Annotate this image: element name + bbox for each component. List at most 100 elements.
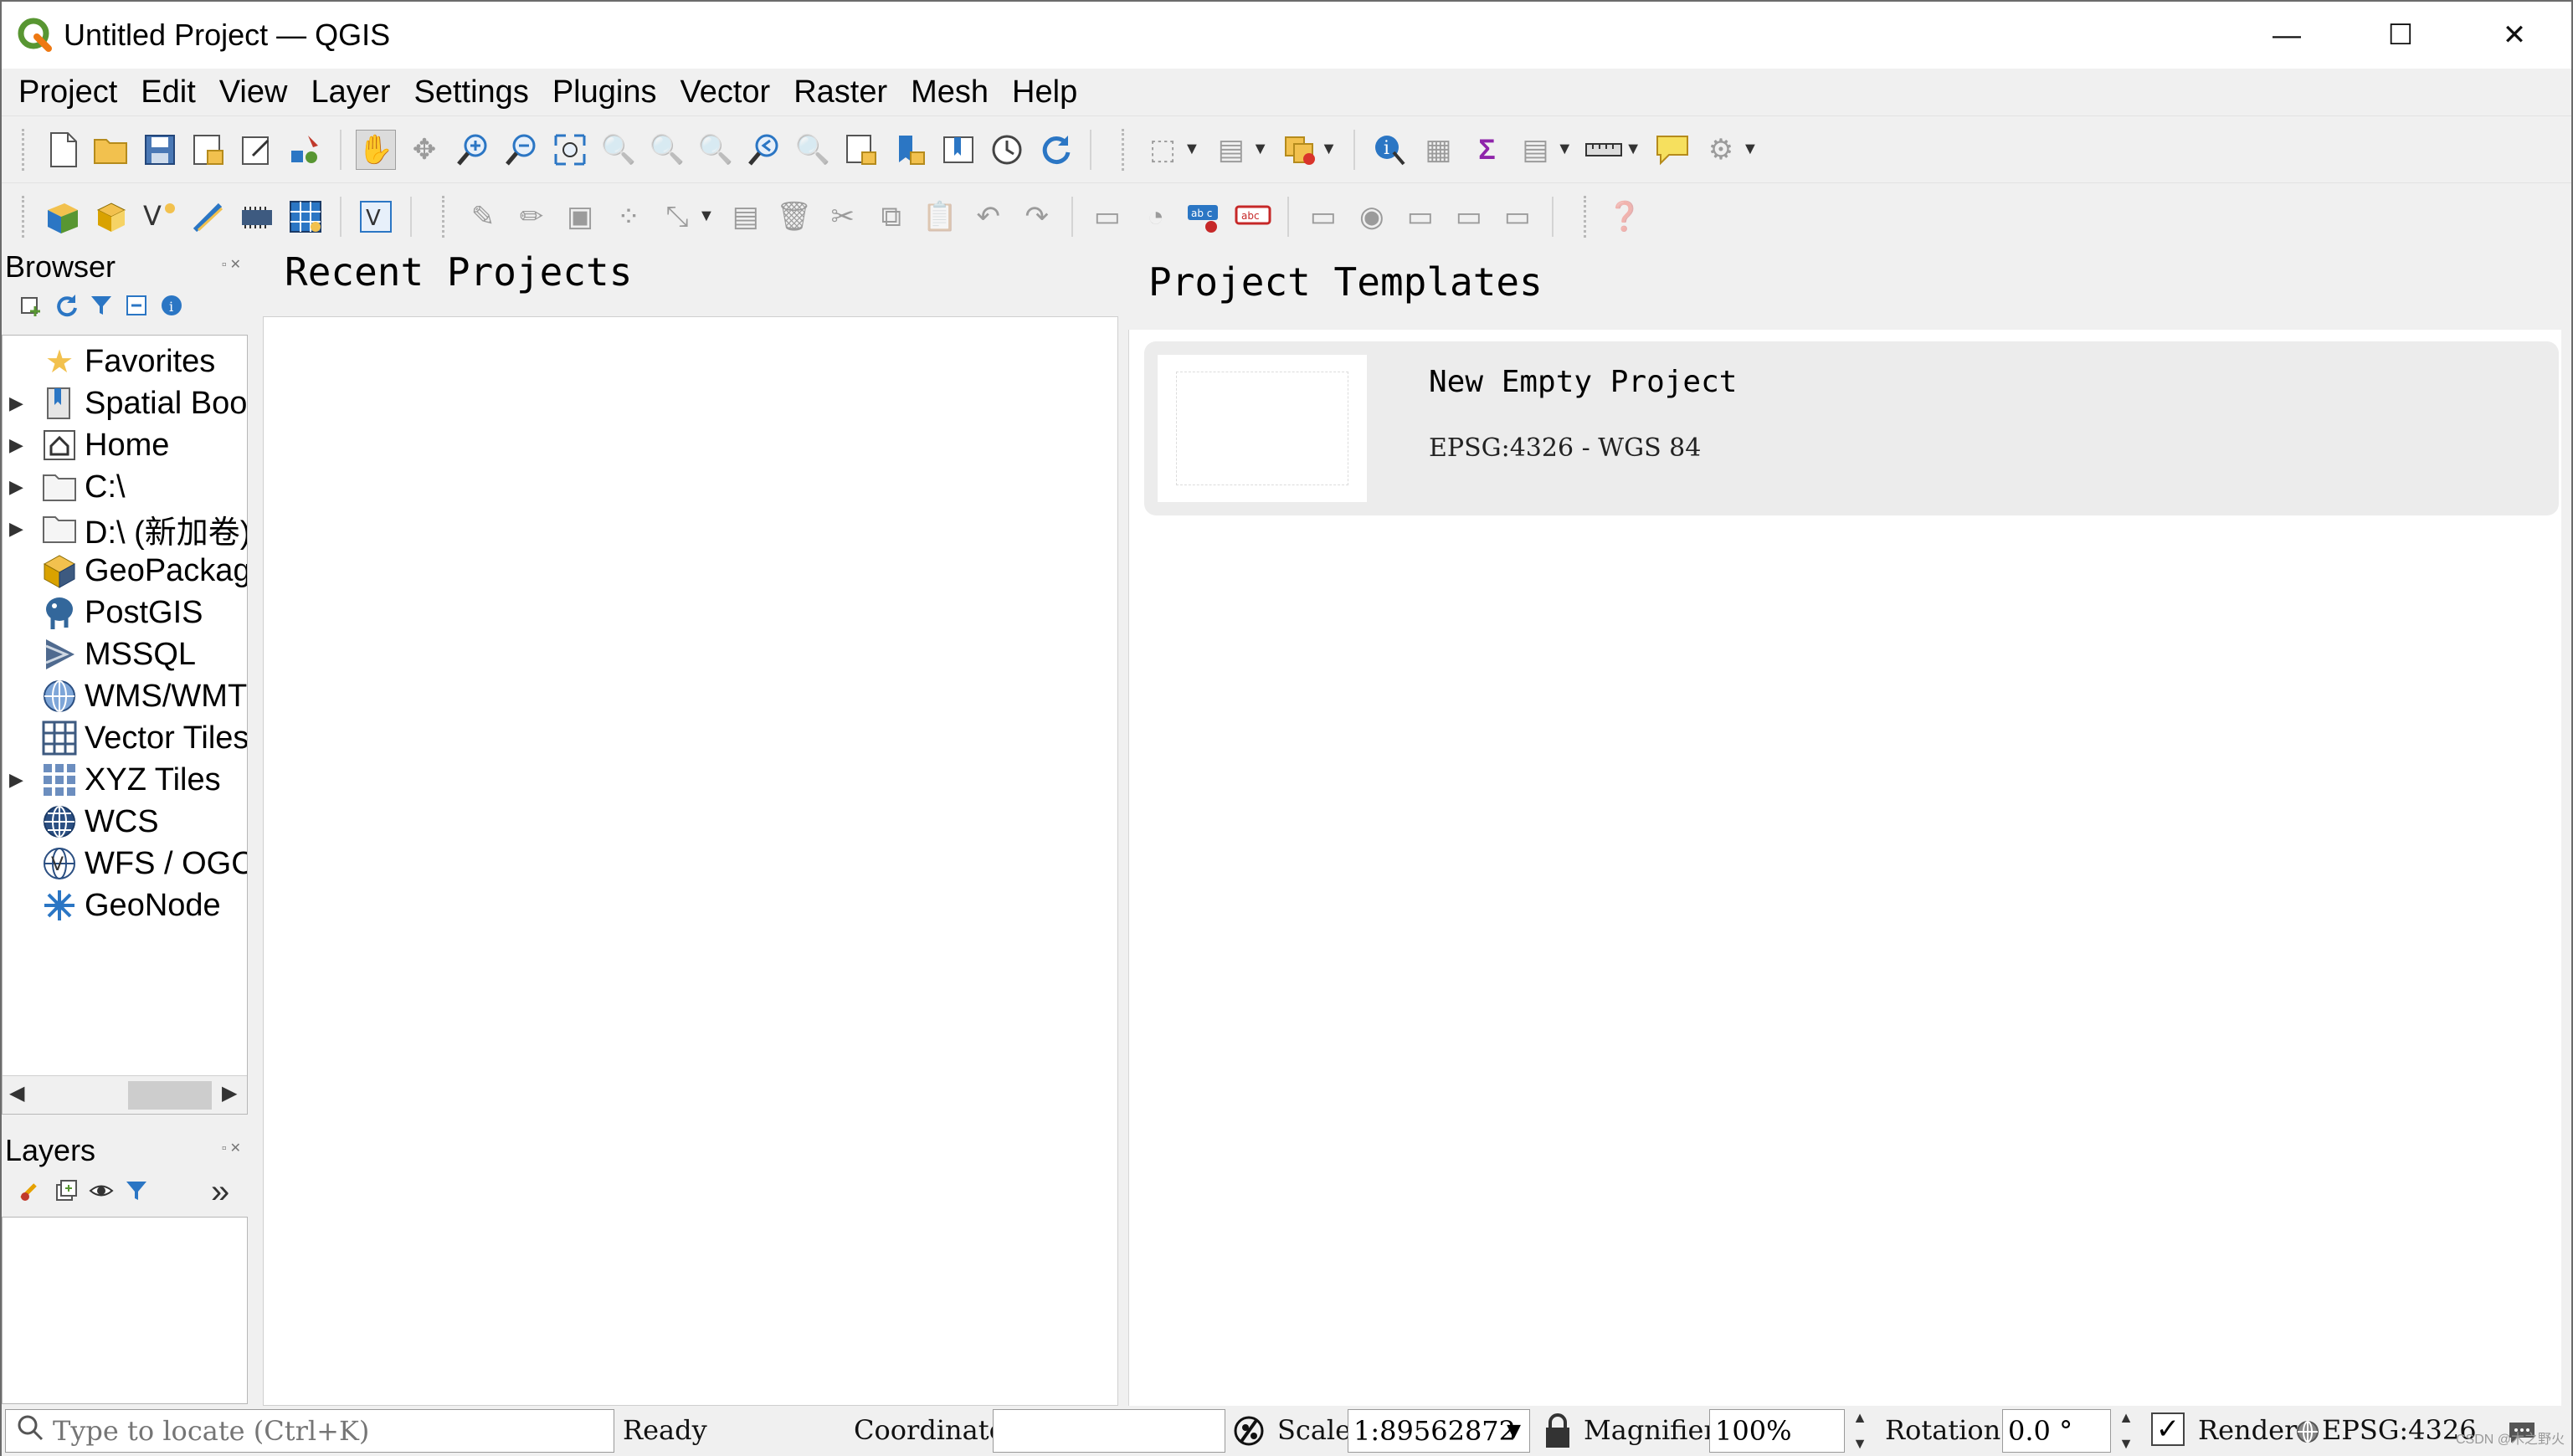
new-geopackage-layer-icon[interactable] (91, 197, 131, 237)
copy-features-icon[interactable]: ⧉ (871, 197, 912, 237)
rotate-label-icon[interactable]: ▭ (1400, 197, 1441, 237)
spin-up-icon[interactable]: ▲ (2118, 1409, 2134, 1427)
menu-layer[interactable]: Layer (311, 74, 390, 110)
filter-legend-icon[interactable] (122, 1177, 151, 1205)
panel-float-close-icon[interactable]: ▫✕ (222, 256, 244, 273)
menu-plugins[interactable]: Plugins (552, 74, 657, 110)
save-edits-icon[interactable]: ▣ (560, 197, 600, 237)
select-by-value-icon[interactable]: ▤ (1211, 130, 1251, 170)
coordinate-field[interactable] (993, 1409, 1225, 1453)
expand-arrow-icon[interactable]: ▶ (9, 392, 24, 414)
scroll-right-icon[interactable]: ▶ (222, 1081, 237, 1105)
rotation-field[interactable]: 0.0 ° (2002, 1409, 2111, 1453)
layers-list[interactable] (2, 1217, 248, 1404)
current-edits-icon[interactable]: ✏ (511, 197, 552, 237)
menu-settings[interactable]: Settings (414, 74, 529, 110)
tree-item-wfs[interactable]: V WFS / OGC (3, 843, 247, 884)
menu-help[interactable]: Help (1012, 74, 1077, 110)
label-properties-icon[interactable]: ▭ (1497, 197, 1538, 237)
save-project-icon[interactable] (140, 130, 180, 170)
zoom-next-icon[interactable]: 🔍 (793, 130, 833, 170)
show-bookmarks-icon[interactable] (938, 130, 978, 170)
new-project-icon[interactable] (43, 130, 83, 170)
measure-line-icon[interactable] (1584, 130, 1624, 170)
pin-labels-icon[interactable]: ab c (1184, 197, 1225, 237)
scrollbar-thumb[interactable] (128, 1081, 212, 1110)
expand-arrow-icon[interactable]: ▶ (9, 476, 24, 498)
collapse-all-icon[interactable] (122, 291, 151, 320)
tree-item-home[interactable]: ▶ Home (3, 424, 169, 466)
pan-map-icon[interactable]: ✋ (356, 129, 396, 170)
toggle-extents-icon[interactable] (1230, 1411, 1267, 1455)
map-tips-icon[interactable] (1652, 130, 1692, 170)
temporal-controller-icon[interactable] (987, 130, 1027, 170)
undo-icon[interactable]: ↶ (968, 197, 1009, 237)
expand-arrow-icon[interactable]: ▶ (9, 434, 24, 456)
expand-arrow-icon[interactable]: ▶ (9, 518, 24, 540)
tree-item-d-drive[interactable]: ▶ D:\ (新加卷) (3, 508, 247, 551)
layer-labeling-icon[interactable]: ▭ (1087, 197, 1127, 237)
zoom-in-icon[interactable] (453, 130, 493, 170)
zoom-to-selection-icon[interactable]: 🔍 (598, 130, 639, 170)
spin-up-icon[interactable]: ▲ (1852, 1409, 1867, 1427)
select-features-icon[interactable]: ⬚ (1143, 130, 1183, 170)
open-field-calculator-icon[interactable]: ▤ (1515, 130, 1555, 170)
new-shapefile-layer-icon[interactable] (188, 197, 229, 237)
expand-arrow-icon[interactable]: ▶ (9, 769, 24, 791)
redo-icon[interactable]: ↷ (1017, 197, 1057, 237)
modify-attributes-icon[interactable]: ▤ (726, 197, 766, 237)
cut-features-icon[interactable]: ✂ (823, 197, 863, 237)
tree-item-favorites[interactable]: ★ Favorites (3, 341, 215, 382)
zoom-full-icon[interactable] (550, 130, 590, 170)
magnifier-field[interactable]: 100% (1709, 1409, 1845, 1453)
layer-diagram-icon[interactable]: ◔ (1136, 197, 1176, 237)
info-icon[interactable]: i (157, 291, 186, 320)
more-tools-icon[interactable]: » (211, 1173, 229, 1211)
pan-to-selection-icon[interactable]: ✥ (404, 130, 444, 170)
delete-selected-icon[interactable]: 🗑 (774, 197, 814, 237)
chevron-down-icon[interactable]: ▼ (1742, 140, 1759, 159)
refresh-icon[interactable] (1035, 130, 1076, 170)
tree-item-mssql[interactable]: MSSQL (3, 633, 196, 675)
chevron-down-icon[interactable]: ▼ (1556, 140, 1573, 159)
highlight-pinned-labels-icon[interactable]: abc (1233, 197, 1273, 237)
toggle-editing-icon[interactable]: ✎ (463, 197, 503, 237)
help-contents-icon[interactable]: ❓ (1605, 197, 1645, 237)
locator-bar[interactable] (5, 1409, 614, 1453)
vertex-tool-icon[interactable]: ⤡ (657, 197, 697, 237)
close-button[interactable]: ✕ (2457, 2, 2571, 69)
filter-icon[interactable] (87, 291, 116, 320)
locator-input[interactable] (53, 1415, 588, 1447)
refresh-icon[interactable] (52, 291, 80, 320)
menu-raster[interactable]: Raster (793, 74, 887, 110)
crs-button[interactable]: EPSG:4326 (2322, 1414, 2477, 1446)
tree-item-xyz-tiles[interactable]: ▶ XYZ Tiles (3, 759, 221, 801)
tree-item-wcs[interactable]: WCS (3, 801, 159, 843)
menu-edit[interactable]: Edit (141, 74, 195, 110)
panel-float-close-icon[interactable]: ▫✕ (222, 1140, 244, 1156)
toolbar-grip[interactable] (22, 195, 30, 238)
digitize-vertex-icon[interactable]: V (140, 197, 180, 237)
render-checkbox[interactable]: ✓ (2151, 1412, 2185, 1446)
spin-down-icon[interactable]: ▼ (1852, 1435, 1867, 1453)
tree-item-c-drive[interactable]: ▶ C:\ (3, 466, 126, 508)
browser-horizontal-scrollbar[interactable]: ◀ ▶ (3, 1075, 247, 1114)
add-virtual-layer-icon[interactable]: V (356, 197, 396, 237)
new-temporary-layer-icon[interactable] (237, 197, 277, 237)
template-new-empty-project[interactable]: New Empty Project EPSG:4326 - WGS 84 (1144, 341, 2559, 515)
statistical-summary-icon[interactable]: Σ (1466, 130, 1507, 170)
tree-item-geonode[interactable]: GeoNode (3, 884, 221, 926)
open-project-icon[interactable] (91, 130, 131, 170)
tree-item-postgis[interactable]: PostGIS (3, 592, 203, 633)
scroll-left-icon[interactable]: ◀ (9, 1081, 24, 1105)
toolbar-grip[interactable] (1122, 128, 1130, 171)
menu-view[interactable]: View (219, 74, 288, 110)
menu-vector[interactable]: Vector (680, 74, 770, 110)
zoom-out-icon[interactable] (501, 130, 542, 170)
toolbar-grip[interactable] (1583, 195, 1592, 238)
change-label-icon[interactable]: ▭ (1449, 197, 1489, 237)
manage-visibility-icon[interactable] (87, 1177, 116, 1205)
zoom-native-icon[interactable]: 🔍 (696, 130, 736, 170)
layout-manager-icon[interactable] (237, 130, 277, 170)
new-print-layout-icon[interactable] (188, 130, 229, 170)
